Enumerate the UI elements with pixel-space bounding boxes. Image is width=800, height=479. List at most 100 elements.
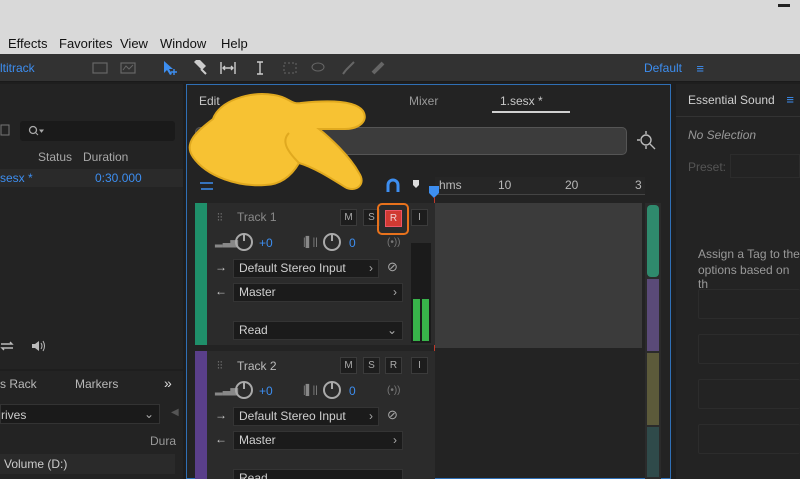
volume-knob[interactable] [235, 233, 253, 251]
track-1-clip-area[interactable] [435, 203, 642, 348]
scroll-segment [647, 205, 659, 277]
speaker-icon[interactable] [30, 339, 48, 353]
toolbar: ltitrack Default ≡ [0, 54, 800, 82]
ruler-tick-label: 20 [565, 178, 579, 192]
menu-effects[interactable]: Effects [8, 36, 48, 51]
mute-button[interactable]: M [340, 209, 357, 226]
loop-icon[interactable] [0, 340, 14, 352]
pan-value[interactable]: 0 [349, 384, 356, 398]
output-arrow-icon: ← [215, 284, 227, 298]
automation-mode-select[interactable]: Read ⌄ [233, 469, 403, 479]
level-meter [411, 243, 431, 343]
track-name[interactable]: Track 2 [237, 359, 277, 373]
track-output-select[interactable]: Master › [233, 431, 403, 450]
tab-effects-rack[interactable]: s Rack [0, 377, 37, 391]
solo-button[interactable]: S [363, 357, 380, 374]
output-arrow-icon: ← [215, 432, 227, 446]
stereo-icon[interactable]: (•)) [387, 237, 401, 248]
delete-icon[interactable] [0, 122, 10, 136]
tag-option-sfx[interactable] [698, 379, 800, 409]
time-selection-tool-icon[interactable] [252, 60, 268, 76]
track-1: ⫶⫶ Track 1 M S R I ▂▃▅ +0 |▌|| 0 (•)) → … [195, 203, 435, 345]
stereo-icon[interactable]: (•)) [387, 385, 401, 396]
track-color-strip [195, 351, 207, 479]
pan-icon: |▌|| [303, 237, 318, 248]
panel-menu-icon[interactable]: ≡ [786, 92, 794, 107]
column-duration-media[interactable]: Dura [150, 434, 176, 448]
track-output-select[interactable]: Master › [233, 283, 403, 302]
menu-window[interactable]: Window [160, 36, 206, 51]
waveform-view-icon[interactable] [92, 60, 108, 76]
automation-value: Read [239, 471, 268, 479]
move-tool-icon[interactable] [162, 60, 178, 76]
marker-icon[interactable] [412, 179, 420, 193]
record-arm-button[interactable]: R [385, 357, 402, 374]
track-color-strip [195, 203, 207, 345]
input-monitor-button[interactable]: I [411, 209, 428, 226]
fx-bypass-icon[interactable]: ⊘ [387, 407, 398, 423]
track-input-select[interactable]: Default Stereo Input › [233, 407, 379, 426]
tag-option-ambience[interactable] [698, 424, 800, 454]
tab-markers[interactable]: Markers [75, 377, 118, 391]
workspace-menu-icon[interactable]: ≡ [696, 61, 704, 76]
track-name[interactable]: Track 1 [237, 210, 277, 224]
ruler-tick-label: 3 [635, 178, 642, 192]
volume-knob[interactable] [235, 381, 253, 399]
brush-tool-icon[interactable] [340, 60, 356, 76]
menu-help[interactable]: Help [221, 36, 248, 51]
track-input-select[interactable]: Default Stereo Input › [233, 259, 379, 278]
ruler-tick-label: 10 [498, 178, 512, 192]
automation-mode-select[interactable]: Read ⌄ [233, 321, 403, 340]
pan-knob[interactable] [323, 381, 341, 399]
menu-view[interactable]: View [120, 36, 148, 51]
active-tab-indicator [492, 111, 570, 113]
record-arm-button[interactable]: R [385, 210, 402, 227]
panel-overflow-icon[interactable]: » [164, 375, 172, 391]
files-panel: Status Duration sesx * 0:30.000 [0, 84, 183, 369]
volume-value[interactable]: +0 [259, 236, 273, 250]
input-arrow-icon: → [215, 408, 227, 422]
razor-tool-icon[interactable] [192, 60, 208, 76]
chevron-down-icon: ⌄ [143, 407, 154, 421]
essential-sound-panel: Essential Sound ≡ No Selection Preset: A… [676, 84, 800, 479]
waveform-icon: ⫶⫶ [217, 212, 223, 224]
pan-value[interactable]: 0 [349, 236, 356, 250]
tag-option-music[interactable] [698, 334, 800, 364]
track-scroll-strip[interactable] [645, 203, 661, 479]
mute-button[interactable]: M [340, 357, 357, 374]
file-row[interactable]: sesx * 0:30.000 [0, 169, 183, 187]
workspace-label[interactable]: Default [644, 61, 682, 75]
essential-sound-title[interactable]: Essential Sound [688, 93, 775, 107]
column-status[interactable]: Status [38, 150, 72, 164]
input-monitor-button[interactable]: I [411, 357, 428, 374]
timeline-ruler[interactable]: hms 10 20 3 [435, 177, 645, 195]
marquee-tool-icon[interactable] [282, 60, 298, 76]
minimize-icon[interactable] [778, 4, 790, 7]
play-triangle-icon[interactable]: ◀ [171, 407, 179, 418]
lasso-tool-icon[interactable] [310, 60, 326, 76]
media-browser-panel: s Rack Markers » rives ⌄ ◀ Dura Volume (… [0, 371, 183, 479]
tab-session[interactable]: 1.sesx * [500, 94, 543, 108]
menu-favorites[interactable]: Favorites [59, 36, 112, 51]
file-name: sesx * [0, 171, 33, 185]
fx-bypass-icon[interactable]: ⊘ [387, 259, 398, 275]
drive-row[interactable]: Volume (D:) [0, 454, 175, 474]
healing-tool-icon[interactable] [370, 60, 386, 76]
drives-dropdown[interactable]: rives ⌄ [0, 404, 160, 424]
pan-knob[interactable] [323, 233, 341, 251]
tag-option-dialogue[interactable] [698, 289, 800, 319]
preset-select[interactable] [730, 154, 800, 178]
input-value: Default Stereo Input [239, 409, 346, 423]
zoom-navigator-icon[interactable] [637, 131, 657, 151]
column-duration[interactable]: Duration [83, 150, 128, 164]
tab-mixer[interactable]: Mixer [409, 94, 438, 108]
files-search-input[interactable] [20, 121, 175, 141]
pointing-hand-icon [188, 93, 366, 191]
slip-tool-icon[interactable] [220, 60, 236, 76]
multitrack-mode-button[interactable]: ltitrack [0, 61, 35, 75]
ruler-unit: hms [439, 178, 462, 192]
spectral-view-icon[interactable] [120, 60, 136, 76]
scroll-segment [647, 427, 659, 477]
volume-value[interactable]: +0 [259, 384, 273, 398]
selection-status: No Selection [688, 128, 757, 142]
